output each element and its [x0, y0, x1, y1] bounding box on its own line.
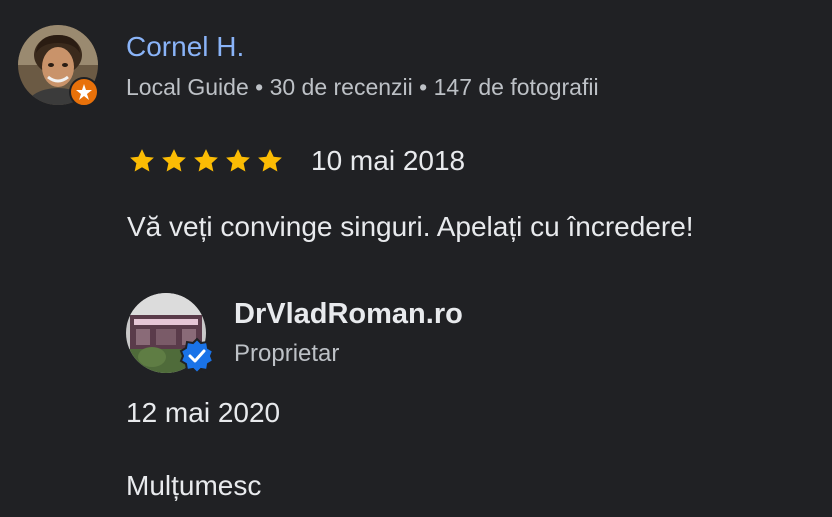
- review-card: Cornel H. Local Guide • 30 de recenzii •…: [0, 0, 832, 517]
- reviewer-meta: Local Guide • 30 de recenzii • 147 de fo…: [126, 74, 599, 100]
- reply-date: 12 mai 2020: [126, 397, 281, 428]
- star-rating: [127, 146, 285, 178]
- star-filled-icon: [162, 149, 186, 172]
- star-filled-icon: [258, 149, 282, 172]
- star-filled-icon: [130, 149, 154, 172]
- owner-avatar[interactable]: [126, 293, 216, 375]
- owner-name[interactable]: DrVladRoman.ro: [234, 293, 463, 335]
- local-guide-badge: [69, 77, 99, 107]
- reviewer-name[interactable]: Cornel H.: [126, 27, 244, 67]
- verified-check-icon: [179, 337, 215, 375]
- star-filled-icon: [194, 149, 218, 172]
- local-guide-star-icon: [76, 84, 92, 100]
- reply-text: Mulțumesc: [126, 470, 262, 501]
- review-date: 10 mai 2018: [311, 145, 466, 176]
- review-text: Vă veți convinge singuri. Apelați cu înc…: [127, 211, 694, 242]
- owner-role: Proprietar: [234, 340, 340, 367]
- star-filled-icon: [226, 149, 250, 172]
- verified-badge: [178, 337, 216, 375]
- reviewer-avatar[interactable]: [18, 25, 99, 107]
